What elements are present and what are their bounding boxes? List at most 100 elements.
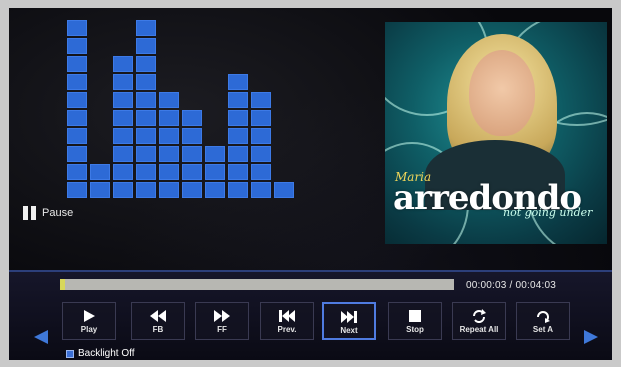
visualizer-cell — [182, 128, 202, 144]
visualizer-cell — [136, 92, 156, 108]
visualizer-cell — [182, 146, 202, 162]
backlight-label: Backlight Off — [78, 348, 135, 359]
visualizer-cell — [228, 128, 248, 144]
visualizer-column — [205, 146, 225, 198]
visualizer-cell — [113, 182, 133, 198]
visualizer-cell — [182, 110, 202, 126]
scroll-right-arrow-icon[interactable] — [584, 330, 598, 344]
visualizer-cell — [159, 146, 179, 162]
next-track-icon — [340, 308, 358, 325]
stop-icon — [408, 307, 422, 324]
visualizer-cell — [228, 164, 248, 180]
repeat-label: Repeat All — [459, 325, 499, 334]
total-time: 00:04:03 — [515, 280, 557, 291]
visualizer-cell — [136, 20, 156, 36]
visualizer-cell — [136, 146, 156, 162]
time-readout: 00:00:03/00:04:03 — [466, 280, 556, 291]
visualizer-cell — [251, 146, 271, 162]
playback-status: Pause — [23, 206, 73, 220]
fb-label: FB — [152, 325, 164, 334]
stop-button[interactable]: Stop — [388, 302, 442, 340]
visualizer-column — [228, 74, 248, 198]
elapsed-time: 00:00:03 — [466, 280, 507, 291]
fb-button[interactable]: FB — [131, 302, 185, 340]
visualizer-cell — [228, 92, 248, 108]
status-label: Pause — [42, 207, 74, 219]
visualizer-cell — [159, 164, 179, 180]
time-separator: / — [509, 280, 513, 291]
seta-button[interactable]: Set A — [516, 302, 570, 340]
visualizer-column — [113, 56, 133, 198]
visualizer-cell — [113, 164, 133, 180]
visualizer-column — [274, 182, 294, 198]
visualizer-cell — [136, 128, 156, 144]
visualizer-cell — [67, 146, 87, 162]
visualizer-cell — [67, 20, 87, 36]
visualizer-column — [67, 20, 87, 198]
visualizer-column — [251, 92, 271, 198]
scroll-left-arrow-icon[interactable] — [34, 330, 48, 344]
visualizer-cell — [251, 128, 271, 144]
prev-label: Prev. — [277, 325, 297, 334]
visualizer-cell — [251, 92, 271, 108]
next-button[interactable]: Next — [322, 302, 376, 340]
fast-backward-icon — [149, 307, 167, 324]
visualizer-column — [90, 164, 110, 198]
visualizer-cell — [159, 92, 179, 108]
visualizer-cell — [67, 38, 87, 54]
visualizer-cell — [136, 110, 156, 126]
backlight-hint: Backlight Off — [66, 348, 135, 359]
visualizer-cell — [228, 182, 248, 198]
blue-key-icon — [66, 349, 74, 358]
repeat-icon — [471, 307, 487, 324]
repeat-button[interactable]: Repeat All — [452, 302, 506, 340]
visualizer-cell — [205, 164, 225, 180]
visualizer-cell — [159, 128, 179, 144]
visualizer-cell — [113, 74, 133, 90]
visualizer-cell — [182, 164, 202, 180]
visualizer-cell — [136, 74, 156, 90]
visualizer-cell — [159, 110, 179, 126]
audio-visualizer — [67, 20, 307, 198]
ff-button[interactable]: FF — [195, 302, 249, 340]
next-label: Next — [340, 326, 358, 335]
play-button[interactable]: Play — [62, 302, 116, 340]
pause-icon — [23, 206, 36, 220]
visualizer-column — [159, 92, 179, 198]
visualizer-cell — [182, 182, 202, 198]
play-icon — [82, 307, 96, 324]
visualizer-cell — [113, 92, 133, 108]
play-label: Play — [80, 325, 98, 334]
visualizer-cell — [90, 164, 110, 180]
visualizer-cell — [67, 182, 87, 198]
visualizer-cell — [113, 110, 133, 126]
visualizer-cell — [205, 182, 225, 198]
visualizer-cell — [67, 128, 87, 144]
visualizer-cell — [228, 110, 248, 126]
visualizer-cell — [136, 164, 156, 180]
progress-bar[interactable] — [60, 279, 454, 290]
visualizer-cell — [136, 182, 156, 198]
visualizer-column — [182, 110, 202, 198]
progress-fill — [60, 279, 65, 290]
visualizer-cell — [67, 110, 87, 126]
prev-button[interactable]: Prev. — [260, 302, 314, 340]
visualizer-cell — [205, 146, 225, 162]
stop-label: Stop — [406, 325, 424, 334]
visualizer-cell — [228, 146, 248, 162]
visualizer-cell — [251, 110, 271, 126]
previous-track-icon — [278, 307, 296, 324]
set-a-icon — [535, 307, 551, 324]
album-subtitle: not going under — [503, 206, 593, 219]
visualizer-cell — [67, 56, 87, 72]
visualizer-cell — [136, 38, 156, 54]
seta-label: Set A — [532, 325, 554, 334]
visualizer-column — [136, 20, 156, 198]
visualizer-cell — [136, 56, 156, 72]
visualizer-cell — [251, 164, 271, 180]
visualizer-cell — [113, 146, 133, 162]
album-art: Maria arredondo not going under — [385, 22, 607, 244]
visualizer-cell — [67, 92, 87, 108]
visualizer-cell — [274, 182, 294, 198]
visualizer-cell — [228, 74, 248, 90]
